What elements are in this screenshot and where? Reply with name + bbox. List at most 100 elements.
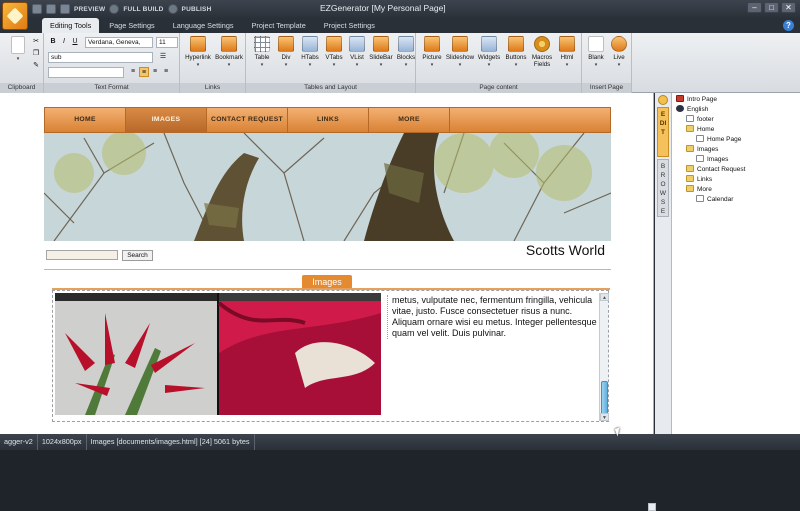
list-icon[interactable]: ☰ <box>158 52 168 62</box>
site-search-button[interactable]: Search <box>122 250 153 261</box>
header-divider <box>44 269 611 270</box>
nav-item-links[interactable]: LINKS <box>288 108 369 132</box>
content-scrollbar[interactable]: ▲ ▼ <box>599 293 609 421</box>
blank-page-icon <box>588 36 604 52</box>
tree-item[interactable]: Images <box>686 145 718 155</box>
font-name-select[interactable]: Verdana, Geneva, <box>85 37 153 48</box>
flower-photos[interactable] <box>55 293 381 415</box>
copy-icon[interactable]: ❐ <box>31 49 41 59</box>
tree-item[interactable]: Images <box>696 155 728 165</box>
underline-button[interactable]: U <box>70 37 80 47</box>
paste-button[interactable]: ▾ <box>6 36 30 82</box>
page-tree: Intro Page English footer Home Home Page Imag… <box>672 93 800 434</box>
help-icon[interactable]: ? <box>783 20 794 31</box>
blocks-button[interactable]: Blocks ▾ <box>394 36 418 82</box>
page-icon <box>696 195 704 202</box>
bookmark-button[interactable]: Bookmark ▾ <box>214 36 244 82</box>
class-select[interactable] <box>48 67 124 78</box>
table-icon <box>254 36 270 52</box>
html-button[interactable]: Html ▾ <box>555 36 579 82</box>
align-left-icon[interactable]: ≡ <box>128 67 138 77</box>
tree-item[interactable]: English <box>676 105 708 115</box>
justify-icon[interactable]: ≡ <box>161 67 171 77</box>
group-label-clipboard: Clipboard <box>0 83 43 93</box>
htabs-button[interactable]: HTabs ▾ <box>298 36 322 82</box>
minimize-button[interactable]: – <box>747 2 762 13</box>
app-logo-icon[interactable] <box>2 2 28 30</box>
tab-language-settings[interactable]: Language Settings <box>165 18 242 33</box>
site-nav: HOME IMAGES CONTACT REQUEST LINKS MORE <box>44 107 611 133</box>
side-tab-column: EDIT BROWSE <box>655 93 672 434</box>
table-button[interactable]: Table ▾ <box>250 36 274 82</box>
tab-edit[interactable]: EDIT <box>657 107 669 157</box>
save-icon[interactable] <box>32 4 42 14</box>
hyperlink-button[interactable]: Hyperlink ▾ <box>184 36 212 82</box>
tree-item[interactable]: More <box>686 185 712 195</box>
tab-browse[interactable]: BROWSE <box>657 159 669 217</box>
htabs-icon <box>302 36 318 52</box>
editor-canvas[interactable]: HOME IMAGES CONTACT REQUEST LINKS MORE S… <box>0 93 656 511</box>
font-size-select[interactable]: 11 <box>156 37 178 48</box>
cut-icon[interactable]: ✂ <box>31 37 41 47</box>
tree-item[interactable]: Home <box>686 125 714 135</box>
tab-project-template[interactable]: Project Template <box>244 18 314 33</box>
tab-project-settings[interactable]: Project Settings <box>316 18 383 33</box>
tree-item[interactable]: footer <box>686 115 714 125</box>
tree-item-label: Calendar <box>707 196 734 203</box>
macros-fields-button[interactable]: Macros Fields <box>530 36 554 82</box>
tree-item[interactable]: Links <box>686 175 712 185</box>
full-build-icon <box>109 4 120 14</box>
tree-item[interactable]: Intro Page <box>676 95 717 105</box>
buttons-button[interactable]: Buttons ▾ <box>503 36 529 82</box>
tree-item-label: Home Page <box>707 136 742 143</box>
tree-item[interactable]: Contact Request <box>686 165 745 175</box>
scroll-thumb[interactable] <box>601 381 608 417</box>
preview-button[interactable]: PREVIEW <box>74 6 105 13</box>
format-painter-icon[interactable]: ✎ <box>31 61 41 71</box>
close-button[interactable]: ✕ <box>781 2 796 13</box>
publish-button[interactable]: PUBLISH <box>182 6 212 13</box>
align-center-icon[interactable]: ≡ <box>139 67 149 77</box>
div-button[interactable]: Div ▾ <box>274 36 298 82</box>
tree-item-label: Images <box>697 146 719 153</box>
nav-item-images[interactable]: IMAGES <box>126 108 207 132</box>
scroll-up-icon[interactable]: ▲ <box>600 293 609 301</box>
blank-page-button[interactable]: Blank ▾ <box>584 36 608 82</box>
group-links: Hyperlink ▾ Bookmark ▾ Links <box>180 33 246 93</box>
preview-icon[interactable] <box>60 4 70 14</box>
group-tables-layout: Table ▾ Div ▾ HTabs ▾ VTabs ▾ VList ▾ Sl… <box>246 33 416 93</box>
editor-scroll-corner[interactable] <box>648 503 656 511</box>
group-clipboard: ▾ ✂ ❐ ✎ Clipboard <box>0 33 44 93</box>
picture-button[interactable]: Picture ▾ <box>420 36 444 82</box>
undo-icon[interactable] <box>46 4 56 14</box>
body-text[interactable]: metus, vulputate nec, fermentum fringill… <box>387 295 599 339</box>
slideshow-button[interactable]: Slideshow ▾ <box>445 36 475 82</box>
nav-item-home[interactable]: HOME <box>45 108 126 132</box>
group-insert-page: Blank ▾ Live ▾ Insert Page <box>582 33 632 93</box>
tab-page-settings[interactable]: Page Settings <box>101 18 162 33</box>
slideshow-icon <box>452 36 468 52</box>
page-icon <box>696 155 704 162</box>
folder-icon <box>686 165 694 172</box>
vtabs-button[interactable]: VTabs ▾ <box>322 36 346 82</box>
site-search-input[interactable] <box>46 250 118 260</box>
picture-icon <box>424 36 440 52</box>
tree-item[interactable]: Calendar <box>696 195 733 205</box>
vlist-button[interactable]: VList ▾ <box>345 36 369 82</box>
maximize-button[interactable]: □ <box>764 2 779 13</box>
nav-item-more[interactable]: MORE <box>369 108 450 132</box>
light-bulb-icon[interactable] <box>658 95 668 105</box>
bold-button[interactable]: B <box>48 37 58 47</box>
content-region[interactable]: metus, vulputate nec, fermentum fringill… <box>52 290 609 422</box>
tab-editing-tools[interactable]: Editing Tools <box>42 18 100 33</box>
live-page-button[interactable]: Live ▾ <box>607 36 631 82</box>
widgets-button[interactable]: Widgets ▾ <box>476 36 502 82</box>
full-build-button[interactable]: FULL BUILD <box>123 6 163 13</box>
slidebar-button[interactable]: SlideBar ▾ <box>368 36 394 82</box>
align-right-icon[interactable]: ≡ <box>150 67 160 77</box>
italic-button[interactable]: I <box>59 37 69 47</box>
scroll-down-icon[interactable]: ▼ <box>600 413 609 421</box>
nav-item-contact-request[interactable]: CONTACT REQUEST <box>207 108 288 132</box>
tree-item[interactable]: Home Page <box>696 135 741 145</box>
style-select[interactable]: sub <box>48 52 153 63</box>
